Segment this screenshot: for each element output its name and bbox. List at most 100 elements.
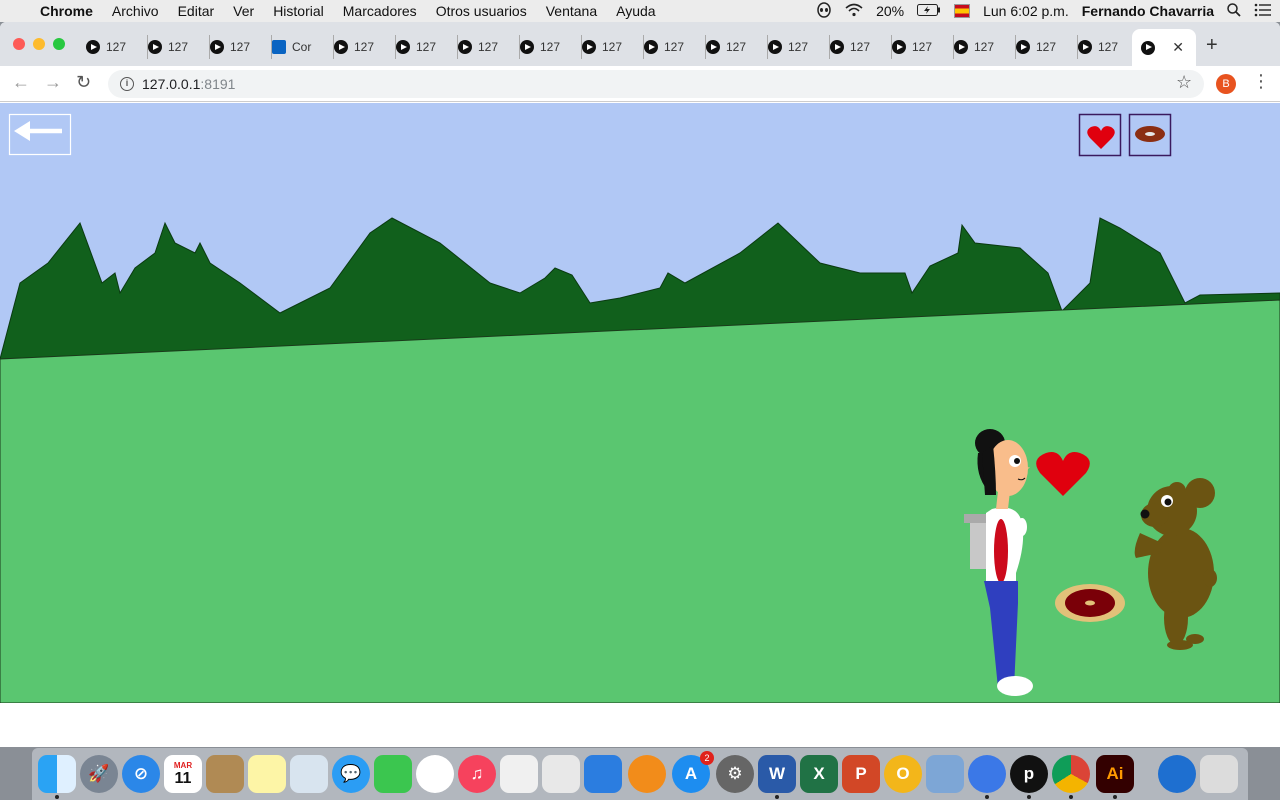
play-icon: [396, 40, 410, 54]
menubar-user[interactable]: Fernando Chavarria: [1082, 3, 1214, 19]
tab-7[interactable]: 127: [520, 35, 582, 59]
menu-ventana[interactable]: Ventana: [546, 3, 597, 19]
tab-15[interactable]: 127: [1016, 35, 1078, 59]
tab-10[interactable]: 127: [706, 35, 768, 59]
tab-4[interactable]: 127: [334, 35, 396, 59]
zoom-window-button[interactable]: [53, 38, 65, 50]
chrome-canary-icon[interactable]: [968, 755, 1006, 793]
contacts-icon[interactable]: [206, 755, 244, 793]
input-source-flag-icon[interactable]: [954, 4, 971, 18]
play-icon: [86, 40, 100, 54]
powerpoint-icon[interactable]: P: [842, 755, 880, 793]
preview-icon[interactable]: [290, 755, 328, 793]
tab-3[interactable]: Cor: [272, 35, 334, 59]
page-bottom-area: [0, 703, 1280, 747]
tab-13[interactable]: 127: [892, 35, 954, 59]
menu-ver[interactable]: Ver: [233, 3, 254, 19]
calendar-month: MAR: [173, 760, 193, 770]
tab-label: 127: [1036, 40, 1057, 54]
play-icon: [830, 40, 844, 54]
browser-menu-icon[interactable]: ⋮: [1252, 71, 1270, 92]
play-icon: [706, 40, 720, 54]
tab-11[interactable]: 127: [768, 35, 830, 59]
menubar-clock[interactable]: Lun 6:02 p.m.: [983, 3, 1069, 19]
game-stage[interactable]: [0, 103, 1280, 703]
notes-icon[interactable]: [248, 755, 286, 793]
site-info-icon[interactable]: i: [120, 77, 134, 91]
photos-icon[interactable]: ❀: [416, 755, 454, 793]
tab-active[interactable]: ✕: [1132, 29, 1196, 66]
outlook-calendar-icon[interactable]: O: [884, 755, 922, 793]
play-icon: [1016, 40, 1030, 54]
menu-bar: Chrome Archivo Editar Ver Historial Marc…: [0, 0, 1280, 22]
bookmark-star-icon[interactable]: ☆: [1176, 72, 1192, 93]
system-preferences-icon[interactable]: ⚙: [716, 755, 754, 793]
messages-icon[interactable]: 💬: [332, 755, 370, 793]
tab-12[interactable]: 127: [830, 35, 892, 59]
ibooks-icon[interactable]: [628, 755, 666, 793]
tab-8[interactable]: 127: [582, 35, 644, 59]
eagle-app-icon[interactable]: [926, 755, 964, 793]
play-icon: [892, 40, 906, 54]
tab-label: 127: [478, 40, 499, 54]
menu-archivo[interactable]: Archivo: [112, 3, 159, 19]
reload-button[interactable]: ↻: [76, 72, 91, 93]
tab-9[interactable]: 127: [644, 35, 706, 59]
illustrator-icon[interactable]: Ai: [1096, 755, 1134, 793]
p5-icon[interactable]: p: [1010, 755, 1048, 793]
menu-marcadores[interactable]: Marcadores: [343, 3, 417, 19]
play-icon: [768, 40, 782, 54]
pages-icon[interactable]: [500, 755, 538, 793]
tab-label: 127: [106, 40, 127, 54]
wifi-icon[interactable]: [845, 3, 863, 20]
close-window-button[interactable]: [13, 38, 25, 50]
trash-icon[interactable]: [1200, 755, 1238, 793]
launchpad-icon[interactable]: 🚀: [80, 755, 118, 793]
itunes-icon[interactable]: ♫: [458, 755, 496, 793]
facetime-icon[interactable]: [374, 755, 412, 793]
back-nav-button[interactable]: ←: [12, 72, 30, 93]
browser-window: 127 127 127 Cor 127 127 127 127 127 127 127 127 127 1…: [0, 22, 1280, 747]
battery-icon[interactable]: [917, 3, 941, 19]
menu-app-name[interactable]: Chrome: [40, 3, 93, 19]
notification-center-icon[interactable]: [1254, 3, 1272, 20]
forward-nav-button[interactable]: →: [44, 72, 62, 93]
url-host: 127.0.0.1: [142, 76, 201, 92]
spotlight-search-icon[interactable]: [1227, 2, 1241, 20]
tab-6[interactable]: 127: [458, 35, 520, 59]
tab-1[interactable]: 127: [148, 35, 210, 59]
alien-status-icon[interactable]: [816, 1, 832, 21]
numbers-icon[interactable]: [542, 755, 580, 793]
chrome-icon[interactable]: [1052, 755, 1090, 793]
tab-14[interactable]: 127: [954, 35, 1016, 59]
keynote-icon[interactable]: [584, 755, 622, 793]
menu-ayuda[interactable]: Ayuda: [616, 3, 655, 19]
excel-icon[interactable]: X: [800, 755, 838, 793]
tab-0[interactable]: 127: [86, 35, 148, 59]
tab-label: 127: [540, 40, 561, 54]
running-indicator: [775, 795, 779, 799]
battery-percent[interactable]: 20%: [876, 3, 904, 19]
tab-5[interactable]: 127: [396, 35, 458, 59]
calendar-icon[interactable]: MAR 11: [164, 755, 202, 793]
tab-16[interactable]: 127: [1078, 35, 1140, 59]
close-tab-icon[interactable]: ✕: [1172, 39, 1184, 56]
safari-icon[interactable]: ⊘: [122, 755, 160, 793]
finder-icon[interactable]: [38, 755, 76, 793]
hud-heart-icon: [1078, 113, 1122, 157]
profile-avatar[interactable]: B: [1216, 74, 1236, 94]
menu-otros-usuarios[interactable]: Otros usuarios: [436, 3, 527, 19]
menu-editar[interactable]: Editar: [178, 3, 215, 19]
tab-2[interactable]: 127: [210, 35, 272, 59]
word-icon[interactable]: W: [758, 755, 796, 793]
app-store-icon[interactable]: A 2: [672, 751, 714, 793]
minimize-window-button[interactable]: [33, 38, 45, 50]
new-tab-button[interactable]: +: [1206, 34, 1218, 57]
browser-toolbar: ← → ↻ i 127.0.0.1 :8191 ☆ B ⋮: [0, 66, 1280, 102]
address-bar[interactable]: i 127.0.0.1 :8191: [108, 70, 1204, 98]
tab-label: 127: [974, 40, 995, 54]
tab-label: 127: [354, 40, 375, 54]
network-globe-icon[interactable]: [1158, 755, 1196, 793]
menu-historial[interactable]: Historial: [273, 3, 324, 19]
play-icon: [520, 40, 534, 54]
